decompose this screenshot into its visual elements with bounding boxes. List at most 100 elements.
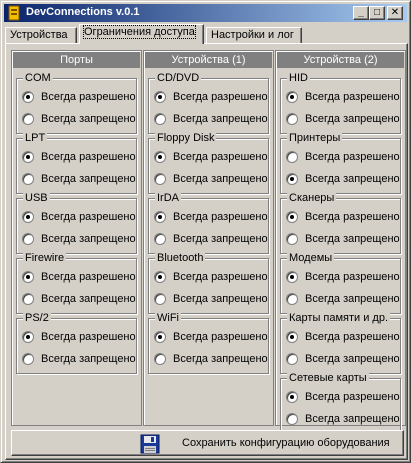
radio-button[interactable]	[286, 331, 298, 343]
minimize-button[interactable]: _	[353, 6, 369, 20]
radio-label: Всегда разрешено	[305, 331, 400, 343]
radio-allow[interactable]: Всегда разрешено	[22, 330, 136, 344]
radio-button[interactable]	[286, 173, 298, 185]
radio-button[interactable]	[154, 353, 166, 365]
radio-button[interactable]	[22, 173, 34, 185]
group-title: Модемы	[287, 252, 335, 264]
radio-label: Всегда запрещено	[305, 293, 400, 305]
radio-button[interactable]	[154, 331, 166, 343]
radio-allow[interactable]: Всегда разрешено	[22, 150, 136, 164]
radio-allow[interactable]: Всегда разрешено	[154, 210, 268, 224]
radio-label: Всегда запрещено	[173, 353, 268, 365]
save-button-label: Сохранить конфигурацию оборудования	[182, 437, 390, 449]
radio-allow[interactable]: Всегда разрешено	[154, 330, 268, 344]
radio-allow[interactable]: Всегда разрешено	[22, 270, 136, 284]
radio-button[interactable]	[22, 91, 34, 103]
radio-label: Всегда разрешено	[173, 271, 268, 283]
radio-button[interactable]	[154, 233, 166, 245]
radio-label: Всегда разрешено	[305, 151, 400, 163]
radio-allow[interactable]: Всегда разрешено	[22, 90, 136, 104]
radio-allow[interactable]: Всегда разрешено	[154, 270, 268, 284]
radio-button[interactable]	[286, 211, 298, 223]
radio-label: Всегда запрещено	[41, 233, 136, 245]
radio-button[interactable]	[22, 211, 34, 223]
radio-button[interactable]	[22, 271, 34, 283]
group-title: Карты памяти и др.	[287, 312, 391, 324]
radio-button[interactable]	[286, 91, 298, 103]
radio-deny[interactable]: Всегда запрещено	[286, 412, 400, 426]
radio-label: Всегда разрешено	[41, 151, 136, 163]
radio-button[interactable]	[22, 113, 34, 125]
radio-button[interactable]	[286, 233, 298, 245]
radio-allow[interactable]: Всегда разрешено	[286, 390, 400, 404]
column-2: Устройства (1) CD/DVD Всегда разрешено Всег…	[143, 50, 274, 426]
radio-button[interactable]	[286, 293, 298, 305]
close-button[interactable]: ✕	[387, 6, 403, 20]
radio-button[interactable]	[286, 391, 298, 403]
tab-access-restrictions[interactable]: Ограничения доступа	[79, 24, 204, 44]
maximize-button[interactable]: □	[369, 6, 385, 20]
radio-label: Всегда запрещено	[173, 293, 268, 305]
radio-allow[interactable]: Всегда разрешено	[154, 90, 268, 104]
radio-allow[interactable]: Всегда разрешено	[154, 150, 268, 164]
group-title: HID	[287, 72, 310, 84]
radio-label: Всегда разрешено	[173, 151, 268, 163]
radio-button[interactable]	[286, 413, 298, 425]
radio-deny[interactable]: Всегда запрещено	[154, 352, 268, 366]
radio-label: Всегда запрещено	[305, 353, 400, 365]
radio-deny[interactable]: Всегда запрещено	[22, 112, 136, 126]
radio-deny[interactable]: Всегда запрещено	[22, 292, 136, 306]
radio-button[interactable]	[154, 151, 166, 163]
radio-deny[interactable]: Всегда запрещено	[154, 112, 268, 126]
radio-button[interactable]	[22, 233, 34, 245]
radio-deny[interactable]: Всегда запрещено	[286, 112, 400, 126]
radio-button[interactable]	[286, 353, 298, 365]
group-title: Сканеры	[287, 192, 337, 204]
radio-button[interactable]	[22, 331, 34, 343]
radio-label: Всегда разрешено	[41, 331, 136, 343]
radio-button[interactable]	[154, 91, 166, 103]
tab-devices[interactable]: Устройства	[5, 27, 77, 44]
radio-allow[interactable]: Всегда разрешено	[286, 150, 400, 164]
radio-deny[interactable]: Всегда запрещено	[286, 232, 400, 246]
column-1: Порты COM Всегда разрешено Всегда запрещено…	[11, 50, 142, 426]
radio-label: Всегда разрешено	[305, 391, 400, 403]
radio-label: Всегда запрещено	[41, 113, 136, 125]
save-config-button[interactable]: Сохранить конфигурацию оборудования	[11, 430, 404, 456]
app-icon	[8, 5, 20, 21]
radio-allow[interactable]: Всегда разрешено	[286, 330, 400, 344]
radio-deny[interactable]: Всегда запрещено	[286, 172, 400, 186]
radio-button[interactable]	[154, 293, 166, 305]
radio-label: Всегда запрещено	[41, 353, 136, 365]
group-firewire: Firewire Всегда разрешено Всегда запрещено	[16, 252, 137, 314]
radio-button[interactable]	[22, 151, 34, 163]
radio-button[interactable]	[22, 353, 34, 365]
radio-button[interactable]	[286, 271, 298, 283]
radio-deny[interactable]: Всегда запрещено	[154, 292, 268, 306]
group-сканеры: Сканеры Всегда разрешено Всегда запрещено	[280, 192, 401, 254]
radio-button[interactable]	[154, 211, 166, 223]
group-title: IrDA	[155, 192, 181, 204]
radio-allow[interactable]: Всегда разрешено	[22, 210, 136, 224]
radio-button[interactable]	[286, 151, 298, 163]
tab-settings-log[interactable]: Настройки и лог	[206, 27, 302, 44]
radio-label: Всегда разрешено	[41, 211, 136, 223]
group-title: USB	[23, 192, 50, 204]
radio-button[interactable]	[22, 293, 34, 305]
radio-deny[interactable]: Всегда запрещено	[22, 172, 136, 186]
radio-deny[interactable]: Всегда запрещено	[286, 352, 400, 366]
radio-button[interactable]	[286, 113, 298, 125]
radio-allow[interactable]: Всегда разрешено	[286, 270, 400, 284]
title-bar[interactable]: DevConnections v.0.1 _ □ ✕	[4, 4, 407, 22]
radio-deny[interactable]: Всегда запрещено	[154, 172, 268, 186]
radio-deny[interactable]: Всегда запрещено	[22, 352, 136, 366]
radio-button[interactable]	[154, 271, 166, 283]
radio-deny[interactable]: Всегда запрещено	[22, 232, 136, 246]
radio-allow[interactable]: Всегда разрешено	[286, 90, 400, 104]
radio-deny[interactable]: Всегда запрещено	[154, 232, 268, 246]
radio-deny[interactable]: Всегда запрещено	[286, 292, 400, 306]
radio-allow[interactable]: Всегда разрешено	[286, 210, 400, 224]
radio-button[interactable]	[154, 173, 166, 185]
radio-button[interactable]	[154, 113, 166, 125]
radio-label: Всегда разрешено	[305, 91, 400, 103]
